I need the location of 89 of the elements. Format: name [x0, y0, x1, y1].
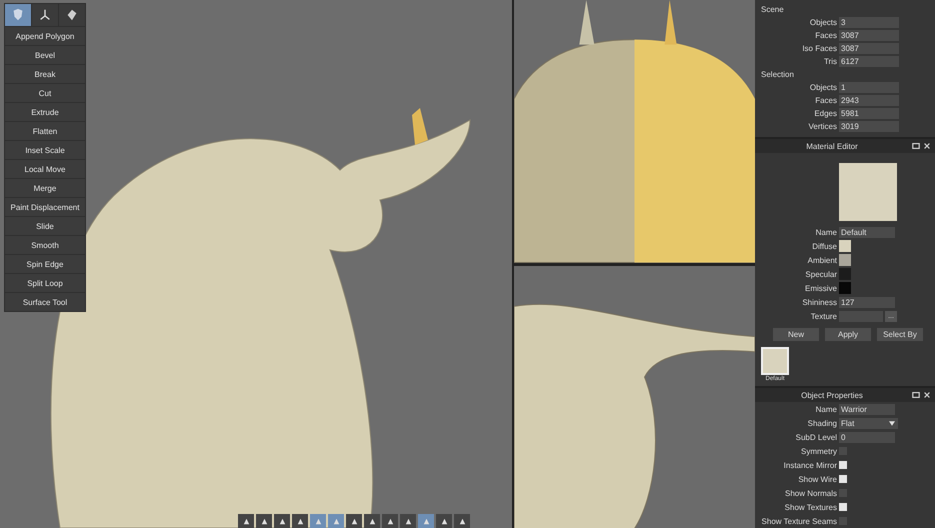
toolbar-button[interactable] [292, 514, 308, 528]
stat-label: Faces [814, 31, 837, 40]
stat-value: 6127 [839, 56, 899, 67]
toolbar-button[interactable] [364, 514, 380, 528]
panel-title: Material Editor [805, 142, 859, 150]
tool-button[interactable]: Inset Scale [5, 141, 85, 159]
checkbox[interactable] [839, 461, 847, 469]
stat-label: Tris [822, 57, 837, 66]
property-label: Show Normals [784, 488, 837, 498]
tool-button[interactable]: Local Move [5, 160, 85, 178]
caret-icon [889, 420, 895, 426]
toolbar-button[interactable] [238, 514, 254, 528]
property-label: Instance Mirror [782, 460, 837, 470]
tool-button[interactable]: Smooth [5, 236, 85, 254]
stat-value: 3087 [839, 43, 899, 54]
tool-button[interactable]: Extrude [5, 103, 85, 121]
dropdown[interactable]: Flat [839, 418, 898, 428]
text-field[interactable]: 0 [839, 432, 895, 442]
property-label: Ambient [806, 256, 837, 264]
tool-button[interactable]: Slide [5, 217, 85, 235]
tool-button[interactable]: Append Polygon [5, 27, 85, 45]
stat-value: 3019 [839, 121, 899, 132]
property-label: Name [814, 228, 837, 236]
color-swatch[interactable] [839, 282, 851, 294]
stat-label: Vertices [808, 122, 837, 131]
color-swatch[interactable] [839, 254, 851, 266]
stat-value: 3 [839, 17, 899, 28]
property-label: Name [814, 404, 837, 414]
property-label: SubD Level [794, 432, 837, 442]
property-label: Show Texture Seams [760, 516, 837, 526]
shield-icon [11, 8, 25, 22]
stat-value: 2943 [839, 95, 899, 106]
section-header[interactable]: Scene [755, 3, 935, 16]
property-label: Symmetry [800, 446, 837, 456]
color-swatch[interactable] [839, 240, 851, 252]
tool-button[interactable]: Break [5, 65, 85, 83]
property-label: Emissive [804, 284, 837, 292]
text-field[interactable]: 127 [839, 296, 895, 308]
stat-label: Iso Faces [801, 44, 837, 53]
text-field[interactable]: Warrior [839, 404, 895, 414]
color-swatch[interactable] [839, 268, 851, 280]
tool-button[interactable]: Paint Displacement [5, 198, 85, 216]
tool-button[interactable]: Cut [5, 84, 85, 102]
stat-label: Edges [813, 109, 837, 118]
perspective-viewport[interactable]: Append Polygon Bevel Break Cut Extrude Flatten Inset Scale Local Move Merge Paint Displacement Slide Smooth Spin Edge Split Loop Surface Tool [0, 0, 512, 528]
material-button[interactable]: New [773, 328, 819, 341]
panel-title: Object Properties [800, 390, 864, 400]
property-label: Show Textures [784, 502, 837, 512]
tool-mode-tab[interactable] [32, 4, 58, 26]
checkbox[interactable] [839, 503, 847, 511]
float-icon[interactable] [912, 142, 920, 150]
toolbar-button[interactable] [256, 514, 272, 528]
property-label: Shininess [801, 298, 837, 306]
tool-button[interactable]: Merge [5, 179, 85, 197]
toolbar-button[interactable] [400, 514, 416, 528]
stat-value: 5981 [839, 108, 899, 119]
close-icon[interactable] [923, 142, 931, 150]
toolbar-button[interactable] [382, 514, 398, 528]
stat-value: 1 [839, 82, 899, 93]
tool-button[interactable]: Spin Edge [5, 255, 85, 273]
material-button[interactable]: Apply [825, 328, 871, 341]
stat-label: Objects [808, 83, 837, 92]
toolbar-button[interactable] [346, 514, 362, 528]
section-header[interactable]: Selection [755, 68, 935, 81]
tool-button[interactable]: Split Loop [5, 274, 85, 292]
material-preview [839, 163, 897, 221]
property-label: Show Wire [797, 474, 837, 484]
tool-button[interactable]: Bevel [5, 46, 85, 64]
property-label: Diffuse [811, 242, 837, 250]
checkbox[interactable] [839, 475, 847, 483]
toolbar-button[interactable] [454, 514, 470, 528]
close-icon[interactable] [923, 391, 931, 399]
toolbar-button[interactable] [274, 514, 290, 528]
stat-value: 3087 [839, 30, 899, 41]
property-label: Texture [810, 312, 837, 320]
tool-button[interactable]: Surface Tool [5, 293, 85, 311]
material-thumbnail[interactable] [761, 347, 789, 375]
stat-label: Objects [808, 18, 837, 27]
stat-label: Faces [814, 96, 837, 105]
tool-mode-tab[interactable] [59, 4, 85, 26]
text-field[interactable]: Default [839, 226, 895, 238]
property-label: Specular [804, 270, 837, 278]
float-icon[interactable] [912, 391, 920, 399]
tool-button[interactable]: Flatten [5, 122, 85, 140]
cube-icon [65, 8, 79, 22]
material-button[interactable]: Select By [877, 328, 923, 341]
vertex-icon [38, 8, 52, 22]
toolbar-button[interactable] [436, 514, 452, 528]
property-label: Shading [806, 418, 837, 428]
